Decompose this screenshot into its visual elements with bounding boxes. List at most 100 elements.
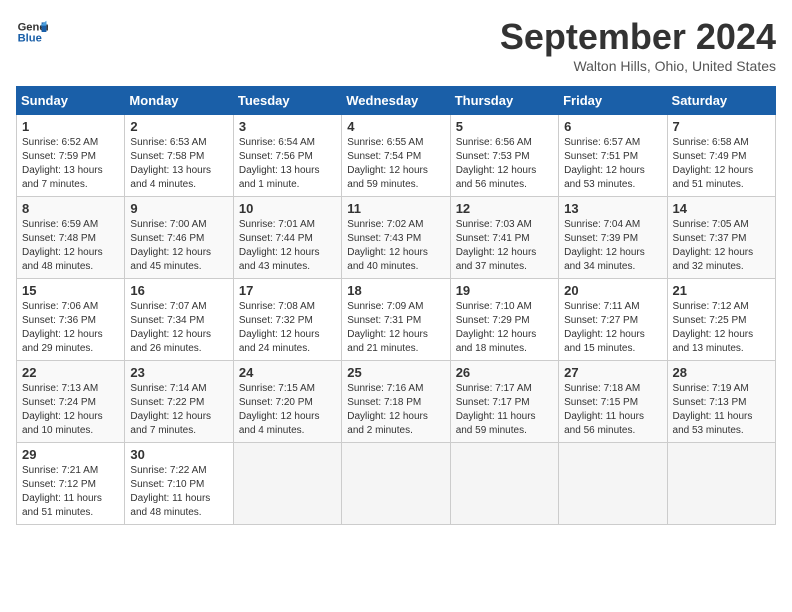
header-saturday: Saturday xyxy=(667,87,775,115)
calendar-cell: 19 Sunrise: 7:10 AMSunset: 7:29 PMDayligh… xyxy=(450,279,558,361)
day-info: Sunrise: 6:59 AMSunset: 7:48 PMDaylight:… xyxy=(22,218,119,274)
day-number: 30 xyxy=(130,447,227,462)
day-info: Sunrise: 7:12 AMSunset: 7:25 PMDaylight:… xyxy=(673,300,770,356)
day-number: 24 xyxy=(239,365,336,380)
calendar-cell: 7Sunrise: 6:58 AMSunset: 7:49 PMDaylight… xyxy=(667,115,775,197)
day-info: Sunrise: 7:07 AMSunset: 7:34 PMDaylight:… xyxy=(130,300,227,356)
calendar-cell: 20 Sunrise: 7:11 AMSunset: 7:27 PMDayligh… xyxy=(559,279,667,361)
header-friday: Friday xyxy=(559,87,667,115)
day-info: Sunrise: 7:03 AMSunset: 7:41 PMDaylight:… xyxy=(456,218,553,274)
day-number: 4 xyxy=(347,119,444,134)
day-number: 18 xyxy=(347,283,444,298)
calendar-cell: 6 Sunrise: 6:57 AMSunset: 7:51 PMDaylight… xyxy=(559,115,667,197)
day-number: 22 xyxy=(22,365,119,380)
day-number: 19 xyxy=(456,283,553,298)
calendar-week-row: 8 Sunrise: 6:59 AMSunset: 7:48 PMDaylight… xyxy=(17,197,776,279)
calendar-cell xyxy=(450,443,558,525)
day-info: Sunrise: 7:01 AMSunset: 7:44 PMDaylight:… xyxy=(239,218,336,274)
day-info: Sunrise: 6:57 AMSunset: 7:51 PMDaylight:… xyxy=(564,136,661,192)
calendar-cell: 17 Sunrise: 7:08 AMSunset: 7:32 PMDayligh… xyxy=(233,279,341,361)
day-info: Sunrise: 7:16 AMSunset: 7:18 PMDaylight:… xyxy=(347,382,444,438)
day-number: 25 xyxy=(347,365,444,380)
day-info: Sunrise: 6:54 AMSunset: 7:56 PMDaylight:… xyxy=(239,136,336,192)
day-number: 27 xyxy=(564,365,661,380)
day-info: Sunrise: 6:53 AMSunset: 7:58 PMDaylight:… xyxy=(130,136,227,192)
day-number: 14 xyxy=(673,201,770,216)
day-number: 17 xyxy=(239,283,336,298)
day-number: 29 xyxy=(22,447,119,462)
calendar-cell: 21 Sunrise: 7:12 AMSunset: 7:25 PMDayligh… xyxy=(667,279,775,361)
calendar-cell: 9 Sunrise: 7:00 AMSunset: 7:46 PMDaylight… xyxy=(125,197,233,279)
calendar-cell: 15 Sunrise: 7:06 AMSunset: 7:36 PMDayligh… xyxy=(17,279,125,361)
calendar-cell xyxy=(667,443,775,525)
day-number: 6 xyxy=(564,119,661,134)
calendar-cell xyxy=(233,443,341,525)
calendar-cell: 11 Sunrise: 7:02 AMSunset: 7:43 PMDayligh… xyxy=(342,197,450,279)
calendar-table: SundayMondayTuesdayWednesdayThursdayFrid… xyxy=(16,86,776,525)
day-number: 23 xyxy=(130,365,227,380)
calendar-cell: 10 Sunrise: 7:01 AMSunset: 7:44 PMDayligh… xyxy=(233,197,341,279)
day-info: Sunrise: 7:09 AMSunset: 7:31 PMDaylight:… xyxy=(347,300,444,356)
day-number: 3 xyxy=(239,119,336,134)
day-number: 9 xyxy=(130,201,227,216)
day-number: 8 xyxy=(22,201,119,216)
logo-icon: General Blue xyxy=(16,16,48,48)
day-info: Sunrise: 7:02 AMSunset: 7:43 PMDaylight:… xyxy=(347,218,444,274)
day-info: Sunrise: 7:14 AMSunset: 7:22 PMDaylight:… xyxy=(130,382,227,438)
calendar-week-row: 22 Sunrise: 7:13 AMSunset: 7:24 PMDayligh… xyxy=(17,361,776,443)
calendar-cell: 12 Sunrise: 7:03 AMSunset: 7:41 PMDayligh… xyxy=(450,197,558,279)
day-info: Sunrise: 6:52 AMSunset: 7:59 PMDaylight:… xyxy=(22,136,119,192)
calendar-cell: 2Sunrise: 6:53 AMSunset: 7:58 PMDaylight… xyxy=(125,115,233,197)
day-number: 11 xyxy=(347,201,444,216)
page-header: General Blue September 2024 Walton Hills… xyxy=(16,16,776,74)
location: Walton Hills, Ohio, United States xyxy=(500,58,776,74)
day-info: Sunrise: 7:17 AMSunset: 7:17 PMDaylight:… xyxy=(456,382,553,438)
svg-text:Blue: Blue xyxy=(18,33,42,45)
day-number: 13 xyxy=(564,201,661,216)
header-monday: Monday xyxy=(125,87,233,115)
calendar-week-row: 15 Sunrise: 7:06 AMSunset: 7:36 PMDayligh… xyxy=(17,279,776,361)
day-number: 20 xyxy=(564,283,661,298)
calendar-cell: 8 Sunrise: 6:59 AMSunset: 7:48 PMDaylight… xyxy=(17,197,125,279)
title-block: September 2024 Walton Hills, Ohio, Unite… xyxy=(500,16,776,74)
day-number: 26 xyxy=(456,365,553,380)
day-info: Sunrise: 7:21 AMSunset: 7:12 PMDaylight:… xyxy=(22,464,119,520)
header-tuesday: Tuesday xyxy=(233,87,341,115)
calendar-cell: 14 Sunrise: 7:05 AMSunset: 7:37 PMDayligh… xyxy=(667,197,775,279)
calendar-cell: 29 Sunrise: 7:21 AMSunset: 7:12 PMDayligh… xyxy=(17,443,125,525)
calendar-cell: 13Sunrise: 7:04 AMSunset: 7:39 PMDayligh… xyxy=(559,197,667,279)
header-sunday: Sunday xyxy=(17,87,125,115)
calendar-cell: 27 Sunrise: 7:18 AMSunset: 7:15 PMDayligh… xyxy=(559,361,667,443)
day-number: 21 xyxy=(673,283,770,298)
day-number: 15 xyxy=(22,283,119,298)
day-info: Sunrise: 6:55 AMSunset: 7:54 PMDaylight:… xyxy=(347,136,444,192)
calendar-cell: 4 Sunrise: 6:55 AMSunset: 7:54 PMDaylight… xyxy=(342,115,450,197)
day-info: Sunrise: 7:00 AMSunset: 7:46 PMDaylight:… xyxy=(130,218,227,274)
day-number: 10 xyxy=(239,201,336,216)
day-info: Sunrise: 7:11 AMSunset: 7:27 PMDaylight:… xyxy=(564,300,661,356)
day-info: Sunrise: 7:13 AMSunset: 7:24 PMDaylight:… xyxy=(22,382,119,438)
day-number: 28 xyxy=(673,365,770,380)
calendar-cell: 5Sunrise: 6:56 AMSunset: 7:53 PMDaylight… xyxy=(450,115,558,197)
day-info: Sunrise: 7:19 AMSunset: 7:13 PMDaylight:… xyxy=(673,382,770,438)
calendar-week-row: 1Sunrise: 6:52 AMSunset: 7:59 PMDaylight… xyxy=(17,115,776,197)
day-number: 7 xyxy=(673,119,770,134)
logo: General Blue xyxy=(16,16,48,48)
day-info: Sunrise: 7:08 AMSunset: 7:32 PMDaylight:… xyxy=(239,300,336,356)
day-number: 16 xyxy=(130,283,227,298)
day-info: Sunrise: 7:05 AMSunset: 7:37 PMDaylight:… xyxy=(673,218,770,274)
calendar-cell: 28 Sunrise: 7:19 AMSunset: 7:13 PMDayligh… xyxy=(667,361,775,443)
calendar-cell: 26 Sunrise: 7:17 AMSunset: 7:17 PMDayligh… xyxy=(450,361,558,443)
calendar-week-row: 29 Sunrise: 7:21 AMSunset: 7:12 PMDayligh… xyxy=(17,443,776,525)
calendar-cell: 3 Sunrise: 6:54 AMSunset: 7:56 PMDaylight… xyxy=(233,115,341,197)
day-info: Sunrise: 7:15 AMSunset: 7:20 PMDaylight:… xyxy=(239,382,336,438)
calendar-cell: 1Sunrise: 6:52 AMSunset: 7:59 PMDaylight… xyxy=(17,115,125,197)
calendar-cell: 18 Sunrise: 7:09 AMSunset: 7:31 PMDayligh… xyxy=(342,279,450,361)
day-info: Sunrise: 7:18 AMSunset: 7:15 PMDaylight:… xyxy=(564,382,661,438)
day-info: Sunrise: 7:06 AMSunset: 7:36 PMDaylight:… xyxy=(22,300,119,356)
calendar-cell: 30Sunrise: 7:22 AMSunset: 7:10 PMDayligh… xyxy=(125,443,233,525)
calendar-cell: 25 Sunrise: 7:16 AMSunset: 7:18 PMDayligh… xyxy=(342,361,450,443)
day-number: 12 xyxy=(456,201,553,216)
calendar-cell: 22 Sunrise: 7:13 AMSunset: 7:24 PMDayligh… xyxy=(17,361,125,443)
day-info: Sunrise: 7:10 AMSunset: 7:29 PMDaylight:… xyxy=(456,300,553,356)
